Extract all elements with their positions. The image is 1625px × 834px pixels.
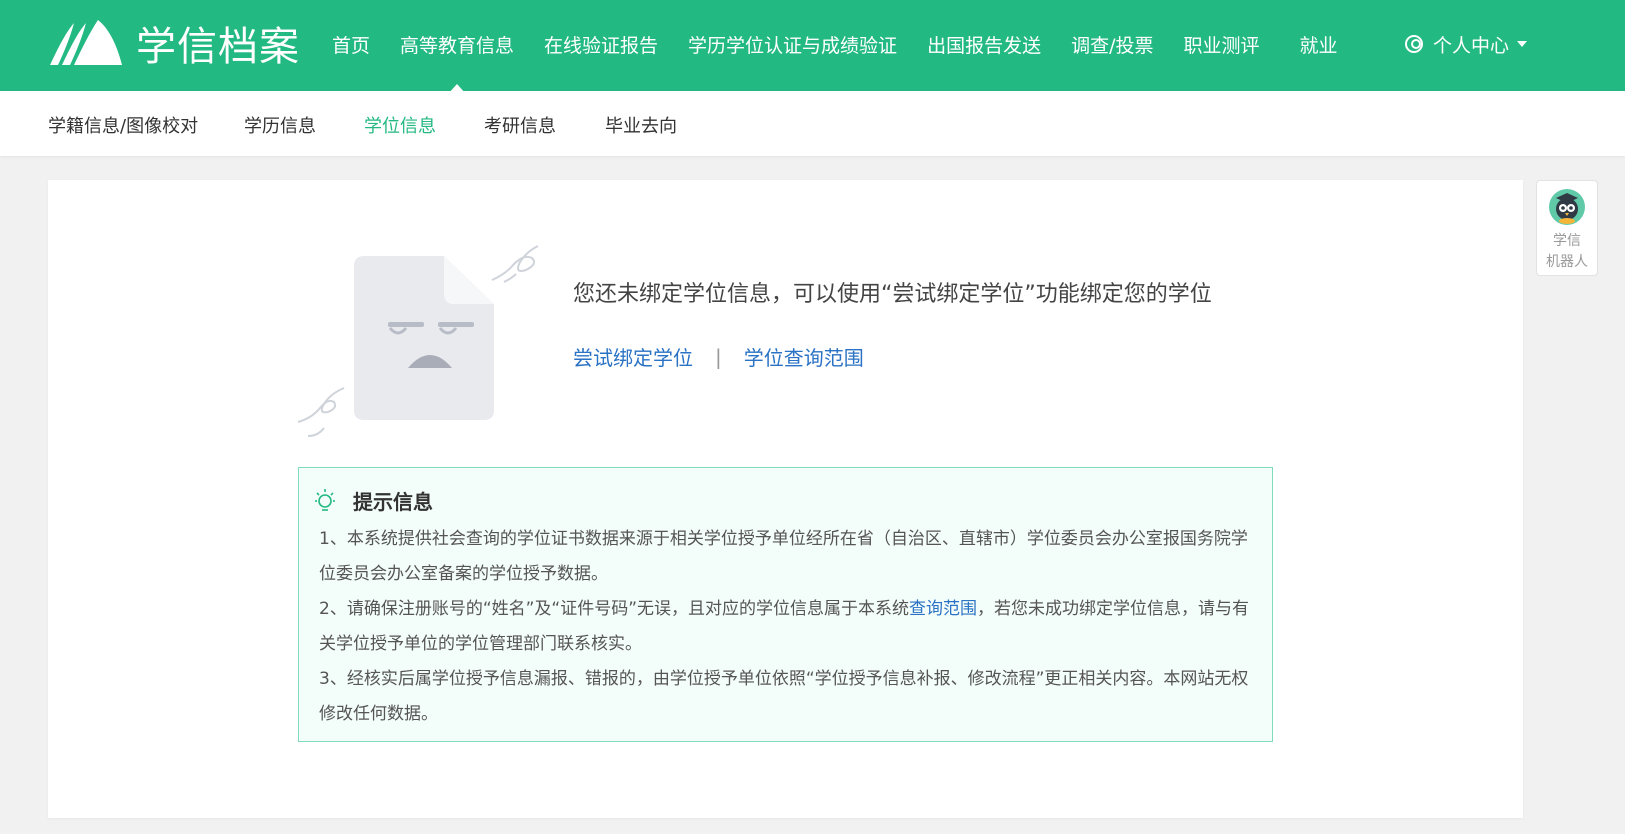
- tip-item-2: 2、请确保注册账号的“姓名”及“证件号码”无误，且对应的学位信息属于本系统查询范…: [319, 592, 1259, 662]
- logo-text: 学信档案: [136, 24, 300, 70]
- nav-higher-education[interactable]: 高等教育信息: [400, 31, 514, 94]
- subnav-graduate-destination[interactable]: 毕业去向: [605, 112, 677, 138]
- subnav-enrollment-info[interactable]: 学籍信息/图像校对: [48, 112, 198, 138]
- link-separator: |: [715, 344, 722, 369]
- nav-degree-certification[interactable]: 学历学位认证与成绩验证: [688, 31, 897, 58]
- tips-header: 提示信息: [313, 486, 433, 515]
- nav-employment[interactable]: 就业: [1300, 31, 1338, 58]
- robot-label-line1: 学信: [1553, 233, 1581, 249]
- action-links: 尝试绑定学位 | 学位查询范围: [573, 342, 864, 371]
- unbound-degree-message: 您还未绑定学位信息，可以使用“尝试绑定学位”功能绑定您的学位: [573, 282, 1212, 307]
- nav-career-test[interactable]: 职业测评: [1183, 31, 1259, 58]
- tip-item-2-text-before: 2、请确保注册账号的“姓名”及“证件号码”无误，且对应的学位信息属于本系统: [319, 599, 910, 619]
- tips-body: 1、本系统提供社会查询的学位证书数据来源于相关学位授予单位经所在省（自治区、直辖…: [319, 522, 1259, 732]
- subnav-education-info[interactable]: 学历信息: [244, 112, 316, 138]
- book-logo-icon: [50, 20, 122, 65]
- nav-online-verification[interactable]: 在线验证报告: [544, 31, 658, 58]
- nav-home[interactable]: 首页: [332, 31, 370, 58]
- nav-survey-vote[interactable]: 调查/投票: [1071, 31, 1153, 58]
- user-icon: [1405, 35, 1423, 53]
- tips-box: 提示信息 1、本系统提供社会查询的学位证书数据来源于相关学位授予单位经所在省（自…: [298, 467, 1273, 742]
- sub-navbar: 学籍信息/图像校对 学历信息 学位信息 考研信息 毕业去向: [0, 91, 1625, 156]
- robot-label-line2: 机器人: [1546, 254, 1588, 270]
- tip-item-3: 3、经核实后属学位授予信息漏报、错报的，由学位授予单位依照“学位授予信息补报、修…: [319, 669, 1249, 724]
- top-navbar: 学信档案 首页 高等教育信息 在线验证报告 学历学位认证与成绩验证 出国报告发送…: [0, 0, 1625, 94]
- user-center-menu[interactable]: 个人中心: [1405, 0, 1528, 88]
- degree-query-scope-link[interactable]: 学位查询范围: [744, 342, 864, 371]
- empty-document-illustration: [297, 245, 539, 437]
- xuexin-robot-widget[interactable]: 学信 机器人: [1536, 180, 1598, 276]
- main-nav: 首页 高等教育信息 在线验证报告 学历学位认证与成绩验证 出国报告发送 调查/投…: [332, 0, 1338, 94]
- query-scope-inline-link[interactable]: 查询范围: [909, 599, 977, 619]
- nav-overseas-report[interactable]: 出国报告发送: [927, 31, 1041, 58]
- robot-avatar-icon: [1549, 189, 1585, 225]
- try-bind-degree-link[interactable]: 尝试绑定学位: [573, 342, 693, 371]
- site-logo[interactable]: 学信档案: [48, 18, 300, 70]
- tip-item-1: 1、本系统提供社会查询的学位证书数据来源于相关学位授予单位经所在省（自治区、直辖…: [319, 529, 1248, 584]
- tips-title: 提示信息: [353, 490, 433, 514]
- subnav-postgrad-exam-info[interactable]: 考研信息: [484, 112, 556, 138]
- caret-down-icon: [1517, 41, 1528, 47]
- user-center-label: 个人中心: [1433, 34, 1510, 57]
- lightbulb-icon: [315, 488, 335, 511]
- subnav-degree-info[interactable]: 学位信息: [364, 112, 436, 138]
